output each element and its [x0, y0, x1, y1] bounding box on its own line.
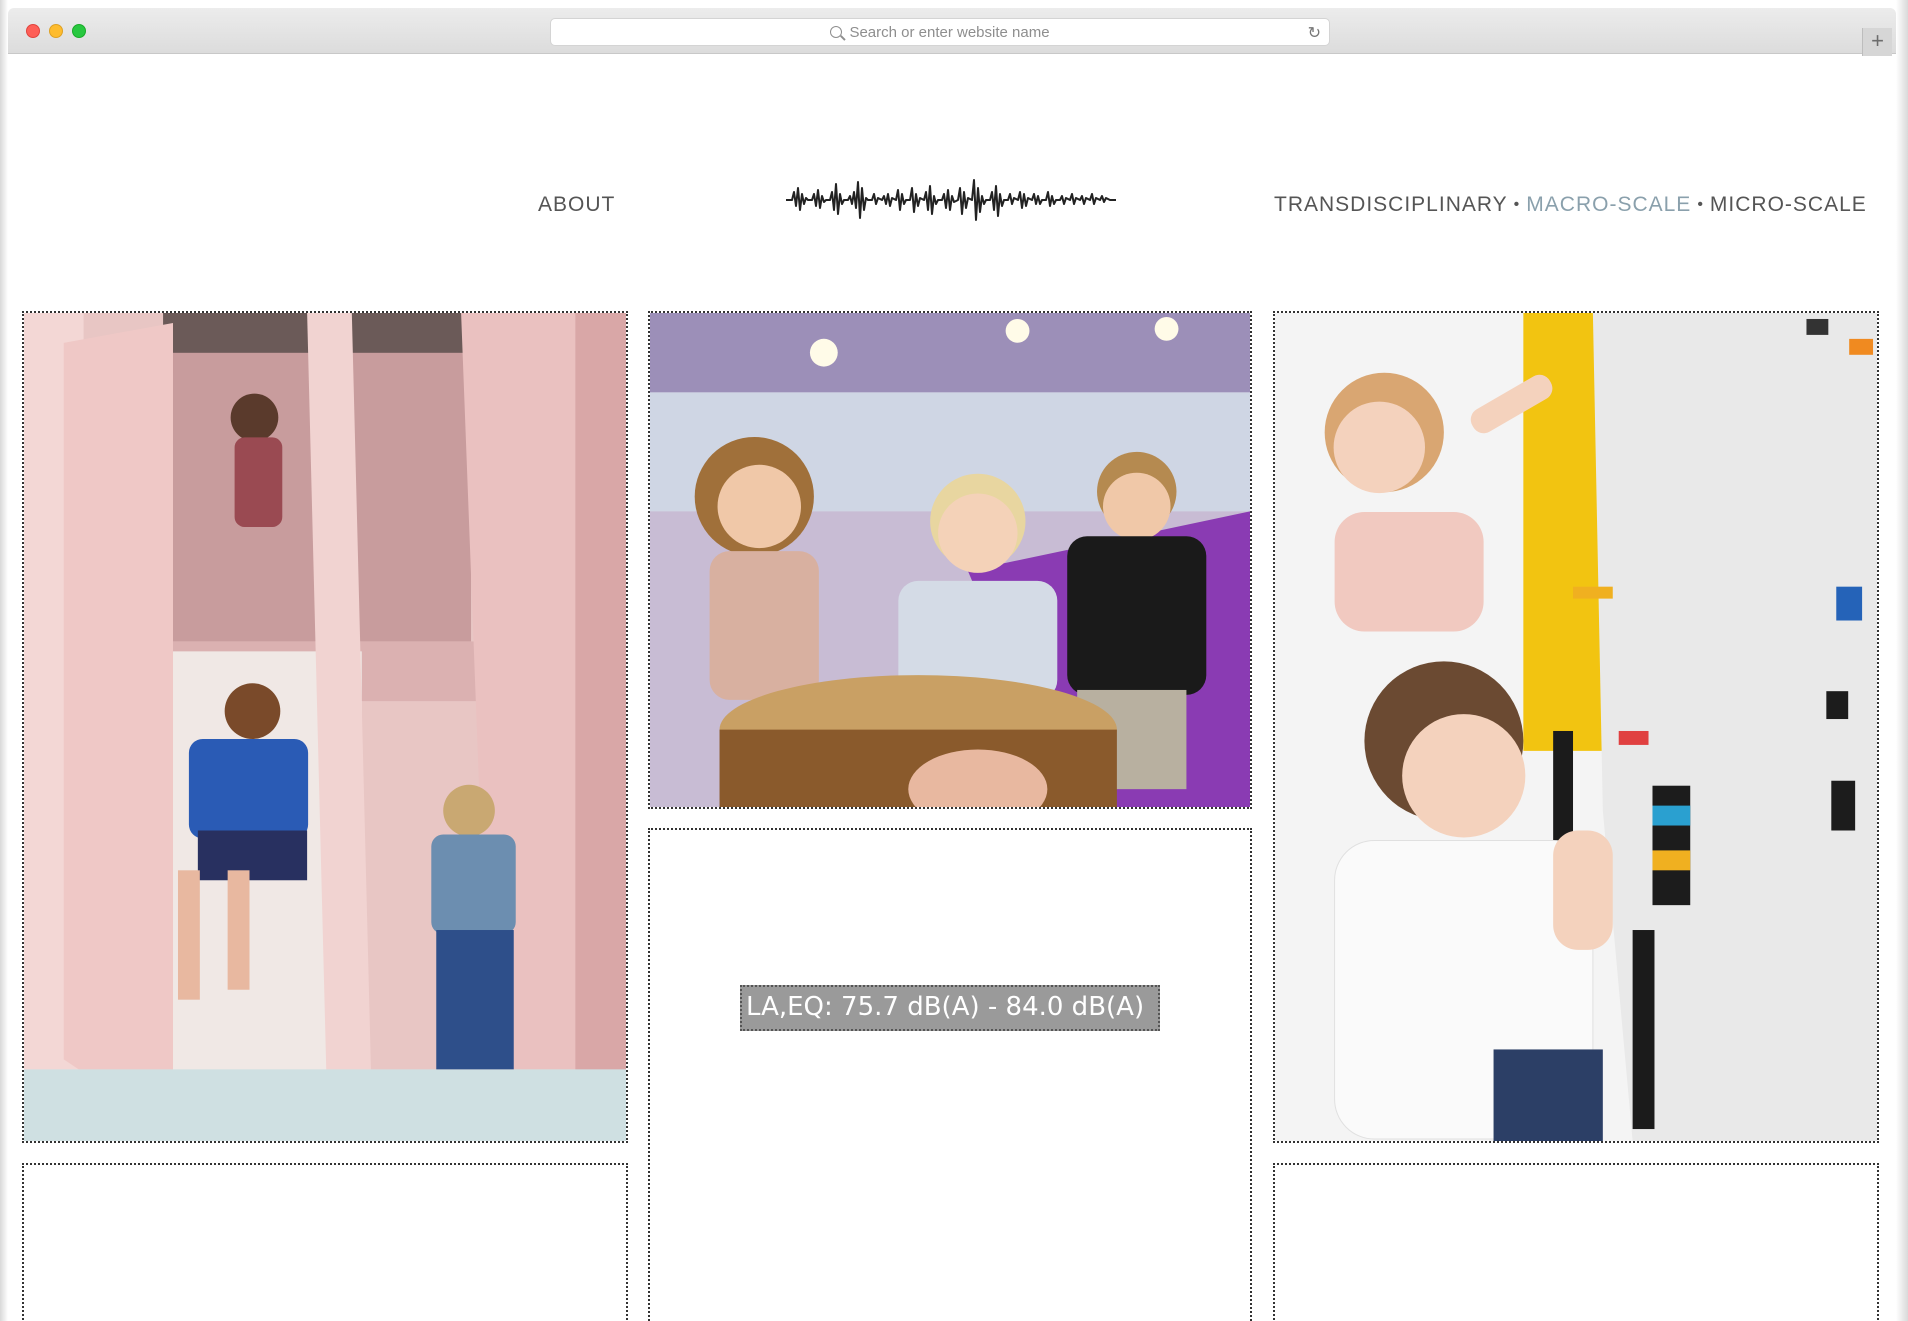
nav-macro-scale-link[interactable]: MACRO-SCALE	[1526, 193, 1691, 216]
project-card-lego[interactable]	[1273, 311, 1879, 1143]
project-card-slide[interactable]	[22, 311, 628, 1143]
project-card-measurement[interactable]	[648, 828, 1252, 1321]
close-window-button[interactable]	[26, 24, 40, 38]
reload-icon[interactable]: ↻	[1308, 23, 1321, 43]
nav-about-link[interactable]: ABOUT	[538, 193, 615, 217]
nav-separator: •	[1697, 196, 1704, 213]
minimize-window-button[interactable]	[49, 24, 63, 38]
window-shadow-right	[1896, 0, 1908, 1321]
address-placeholder: Search or enter website name	[849, 23, 1050, 41]
project-card-bottom-right[interactable]	[1273, 1163, 1879, 1321]
nav-categories: TRANSDISCIPLINARY • MACRO-SCALE • MICRO-SCAL…	[1274, 193, 1867, 217]
new-tab-button[interactable]: +	[1862, 28, 1892, 56]
search-icon	[830, 26, 843, 38]
sound-level-label: LA,EQ: 75.7 dB(A) - 84.0 dB(A)	[740, 985, 1160, 1031]
window-shadow-left	[0, 0, 8, 1321]
nav-transdisciplinary-link[interactable]: TRANSDISCIPLINARY	[1274, 193, 1508, 216]
children-on-pink-terrazzo-slide-photo	[24, 313, 626, 1141]
browser-titlebar: Search or enter website name ↻ +	[8, 8, 1896, 56]
zoom-window-button[interactable]	[72, 24, 86, 38]
children-building-on-lego-wall-photo	[1275, 313, 1877, 1141]
browser-window: Search or enter website name ↻ + ABOUT T…	[0, 0, 1908, 1321]
address-bar[interactable]: Search or enter website name ↻	[550, 18, 1330, 46]
sound-waveform-icon[interactable]	[786, 174, 1116, 226]
toddlers-playing-drum-photo	[650, 313, 1250, 807]
project-card-bottom-left[interactable]	[22, 1163, 628, 1321]
nav-separator: •	[1513, 196, 1521, 213]
project-card-drum[interactable]	[648, 311, 1252, 809]
nav-micro-scale-link[interactable]: MICRO-SCALE	[1710, 193, 1867, 216]
